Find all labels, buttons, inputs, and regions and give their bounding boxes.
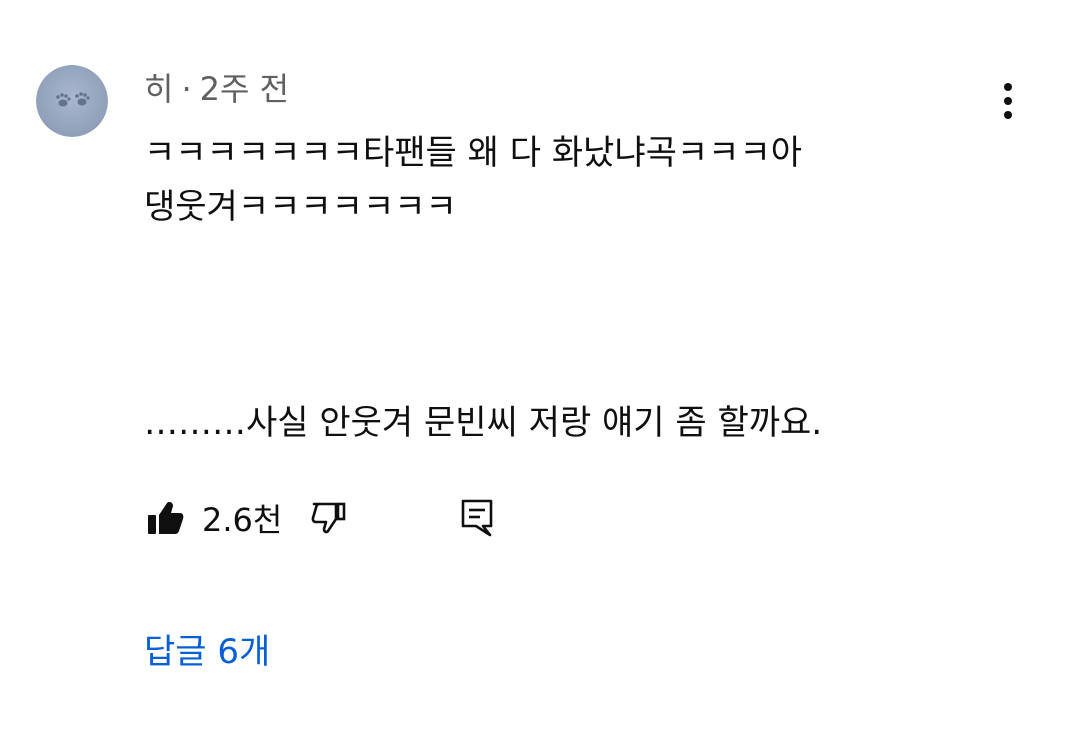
like-button[interactable] xyxy=(146,500,184,536)
avatar[interactable] xyxy=(36,65,108,137)
more-vertical-icon xyxy=(1004,83,1012,119)
comment-blank-lines xyxy=(144,234,1044,396)
thumbs-down-icon xyxy=(311,502,346,534)
like-count: 2.6천 xyxy=(202,501,283,539)
comment-text: ㅋㅋㅋㅋㅋㅋㅋ타팬들 왜 다 화났냐곡ㅋㅋㅋ아 댕웃겨ㅋㅋㅋㅋㅋㅋㅋ ………사실… xyxy=(144,126,1044,450)
comment-line: ………사실 안웃겨 문빈씨 저랑 얘기 좀 할까요. xyxy=(144,403,823,443)
dislike-button[interactable] xyxy=(310,500,348,536)
more-options-button[interactable] xyxy=(988,78,1028,124)
comment-actions: 2.6천 xyxy=(146,494,494,542)
comment-time: 2주 전 xyxy=(199,70,290,108)
comment-meta: 히 · 2주 전 xyxy=(144,66,289,112)
meta-separator: · xyxy=(181,70,192,108)
replies-toggle[interactable]: 답글 6개 xyxy=(144,628,270,676)
reply-button[interactable] xyxy=(460,498,494,538)
comment-line: 댕웃겨ㅋㅋㅋㅋㅋㅋㅋ xyxy=(144,187,457,227)
paw-print-avatar-icon xyxy=(36,65,108,137)
comment-line: ㅋㅋㅋㅋㅋㅋㅋ타팬들 왜 다 화났냐곡ㅋㅋㅋ아 xyxy=(144,133,803,173)
thumbs-up-filled-icon xyxy=(148,502,184,534)
comment-reply-icon xyxy=(462,499,493,537)
author-name[interactable]: 히 xyxy=(144,70,173,108)
